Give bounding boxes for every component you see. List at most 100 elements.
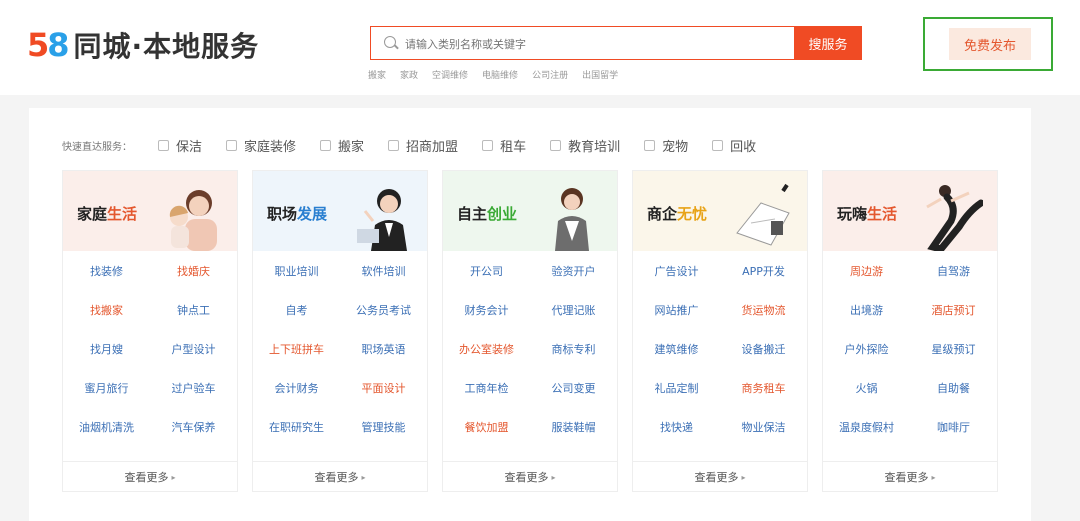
hot-keyword[interactable]: 电脑维修 bbox=[482, 68, 518, 81]
quick-nav-item[interactable]: 宠物 bbox=[644, 136, 688, 155]
service-link[interactable]: 找搬家 bbox=[63, 302, 150, 318]
service-link[interactable]: 户外探险 bbox=[823, 341, 910, 357]
service-link[interactable]: 汽车保养 bbox=[150, 419, 237, 435]
service-link[interactable]: 物业保洁 bbox=[720, 419, 807, 435]
service-link[interactable]: 礼品定制 bbox=[633, 380, 720, 396]
search-button[interactable]: 搜服务 bbox=[794, 26, 862, 60]
chevron-right-icon: ▸ bbox=[931, 472, 936, 482]
quick-nav-item-label: 搬家 bbox=[338, 139, 365, 155]
search-box bbox=[370, 26, 796, 60]
category-card: 玩嗨生活周边游 自驾游出境游 酒店预订户外探险 星级预订火锅 自助餐温泉度假村 咖啡厅查看… bbox=[822, 170, 998, 492]
quick-nav-item-label: 家庭装修 bbox=[244, 139, 297, 155]
hot-keyword[interactable]: 出国留学 bbox=[582, 68, 618, 81]
category-header[interactable]: 玩嗨生活 bbox=[823, 171, 997, 253]
service-link[interactable]: 找快递 bbox=[633, 419, 720, 435]
service-link[interactable]: 管理技能 bbox=[340, 419, 427, 435]
see-more-link[interactable]: 查看更多 ▸ bbox=[253, 461, 427, 492]
service-link[interactable]: 温泉度假村 bbox=[823, 419, 910, 435]
quick-nav-item[interactable]: 招商加盟 bbox=[388, 136, 458, 155]
see-more-link[interactable]: 查看更多 ▸ bbox=[443, 461, 617, 492]
service-link[interactable]: 找装修 bbox=[63, 263, 150, 279]
see-more-link[interactable]: 查看更多 ▸ bbox=[63, 461, 237, 492]
quick-nav-item[interactable]: 保洁 bbox=[158, 136, 202, 155]
service-link[interactable]: APP开发 bbox=[720, 263, 807, 279]
quick-nav-item[interactable]: 租车 bbox=[482, 136, 526, 155]
service-link[interactable]: 在职研究生 bbox=[253, 419, 340, 435]
service-link[interactable]: 平面设计 bbox=[340, 380, 427, 396]
hot-keyword[interactable]: 公司注册 bbox=[532, 68, 568, 81]
service-link[interactable]: 财务会计 bbox=[443, 302, 530, 318]
see-more-label: 查看更多 bbox=[504, 471, 549, 484]
logo-digit-5: 5 bbox=[27, 26, 49, 64]
quick-nav-item[interactable]: 教育培训 bbox=[550, 136, 620, 155]
service-link[interactable]: 职场英语 bbox=[340, 341, 427, 357]
service-link[interactable]: 自助餐 bbox=[910, 380, 997, 396]
service-link[interactable]: 设备搬迁 bbox=[720, 341, 807, 357]
service-link[interactable]: 过户验车 bbox=[150, 380, 237, 396]
service-link[interactable]: 自驾游 bbox=[910, 263, 997, 279]
see-more-link[interactable]: 查看更多 ▸ bbox=[823, 461, 997, 492]
service-link[interactable]: 餐饮加盟 bbox=[443, 419, 530, 435]
service-link[interactable]: 服装鞋帽 bbox=[530, 419, 617, 435]
service-link[interactable]: 钟点工 bbox=[150, 302, 237, 318]
service-link[interactable]: 公司变更 bbox=[530, 380, 617, 396]
service-link[interactable]: 蜜月旅行 bbox=[63, 380, 150, 396]
service-icon bbox=[158, 139, 169, 151]
service-link[interactable]: 找月嫂 bbox=[63, 341, 150, 357]
service-link[interactable]: 自考 bbox=[253, 302, 340, 318]
service-link[interactable]: 代理记账 bbox=[530, 302, 617, 318]
service-link[interactable]: 建筑维修 bbox=[633, 341, 720, 357]
service-icon bbox=[482, 139, 494, 151]
hot-keyword[interactable]: 空调维修 bbox=[432, 68, 468, 81]
category-header[interactable]: 家庭生活 bbox=[63, 171, 237, 251]
search-input[interactable] bbox=[403, 33, 787, 55]
service-link[interactable]: 商标专利 bbox=[530, 341, 617, 357]
service-link[interactable]: 开公司 bbox=[443, 263, 530, 279]
category-header[interactable]: 商企无忧 bbox=[633, 171, 807, 251]
see-more-label: 查看更多 bbox=[884, 471, 929, 484]
service-link[interactable]: 咖啡厅 bbox=[910, 419, 997, 435]
hot-keyword[interactable]: 搬家 bbox=[368, 68, 386, 81]
service-link[interactable]: 周边游 bbox=[823, 263, 910, 279]
service-link[interactable]: 办公室装修 bbox=[443, 341, 530, 357]
category-title: 职场发展 bbox=[267, 203, 327, 224]
quick-nav-item[interactable]: 搬家 bbox=[320, 136, 364, 155]
see-more-link[interactable]: 查看更多 ▸ bbox=[633, 461, 807, 492]
service-link[interactable]: 工商年检 bbox=[443, 380, 530, 396]
hot-keyword[interactable]: 家政 bbox=[400, 68, 418, 81]
free-publish-button[interactable]: 免费发布 bbox=[949, 28, 1031, 60]
category-photo bbox=[351, 181, 413, 251]
service-link[interactable]: 货运物流 bbox=[720, 302, 807, 318]
category-header[interactable]: 自主创业 bbox=[443, 171, 617, 251]
service-link[interactable]: 上下班拼车 bbox=[253, 341, 340, 357]
service-icon bbox=[320, 139, 332, 151]
service-icon bbox=[388, 139, 400, 151]
service-link[interactable]: 会计财务 bbox=[253, 380, 340, 396]
service-link[interactable]: 火锅 bbox=[823, 380, 910, 396]
quick-nav-item[interactable]: 回收 bbox=[712, 136, 756, 155]
service-link[interactable]: 验资开户 bbox=[530, 263, 617, 279]
service-link[interactable]: 星级预订 bbox=[910, 341, 997, 357]
service-link[interactable]: 广告设计 bbox=[633, 263, 720, 279]
service-link[interactable]: 出境游 bbox=[823, 302, 910, 318]
service-link[interactable]: 职业培训 bbox=[253, 263, 340, 279]
service-link[interactable]: 户型设计 bbox=[150, 341, 237, 357]
service-link[interactable]: 公务员考试 bbox=[340, 302, 427, 318]
service-link[interactable]: 软件培训 bbox=[340, 263, 427, 279]
category-title-accent: 发展 bbox=[297, 205, 328, 223]
category-header[interactable]: 职场发展 bbox=[253, 171, 427, 251]
service-link[interactable]: 商务租车 bbox=[720, 380, 807, 396]
category-title-accent: 创业 bbox=[487, 205, 518, 223]
search-bar: 搜服务 bbox=[370, 26, 862, 60]
service-link[interactable]: 酒店预订 bbox=[910, 302, 997, 318]
quick-nav-item[interactable]: 家庭装修 bbox=[226, 136, 296, 155]
category-photo bbox=[921, 181, 985, 253]
category-card: 商企无忧广告设计 APP开发网站推广 货运物流建筑维修 设备搬迁礼品定制 商务租车找快递… bbox=[632, 170, 808, 492]
service-link[interactable]: 油烟机清洗 bbox=[63, 419, 150, 435]
service-link[interactable]: 找婚庆 bbox=[150, 263, 237, 279]
top-header: 5 8 同城·本地服务 搜服务 搬家 家政 空调维修 电脑维修 公司注册 出国留学 免费发… bbox=[0, 0, 1080, 95]
service-icon bbox=[712, 139, 724, 151]
category-card: 职场发展职业培训 软件培训自考 公务员考试上下班拼车 职场英语会计财务 平面设计在职研究… bbox=[252, 170, 428, 492]
site-logo[interactable]: 5 8 同城·本地服务 bbox=[27, 25, 259, 65]
service-link[interactable]: 网站推广 bbox=[633, 302, 720, 318]
